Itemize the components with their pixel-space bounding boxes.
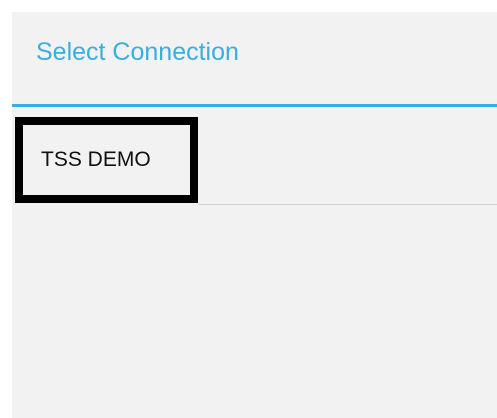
connection-item-label: TSS DEMO <box>41 148 151 171</box>
dialog-title: Select Connection <box>36 38 239 66</box>
title-divider <box>12 104 497 107</box>
connection-item-tss-demo[interactable]: TSS DEMO <box>15 117 198 203</box>
list-item-divider <box>198 204 497 205</box>
select-connection-dialog: Select Connection TSS DEMO <box>12 12 497 418</box>
